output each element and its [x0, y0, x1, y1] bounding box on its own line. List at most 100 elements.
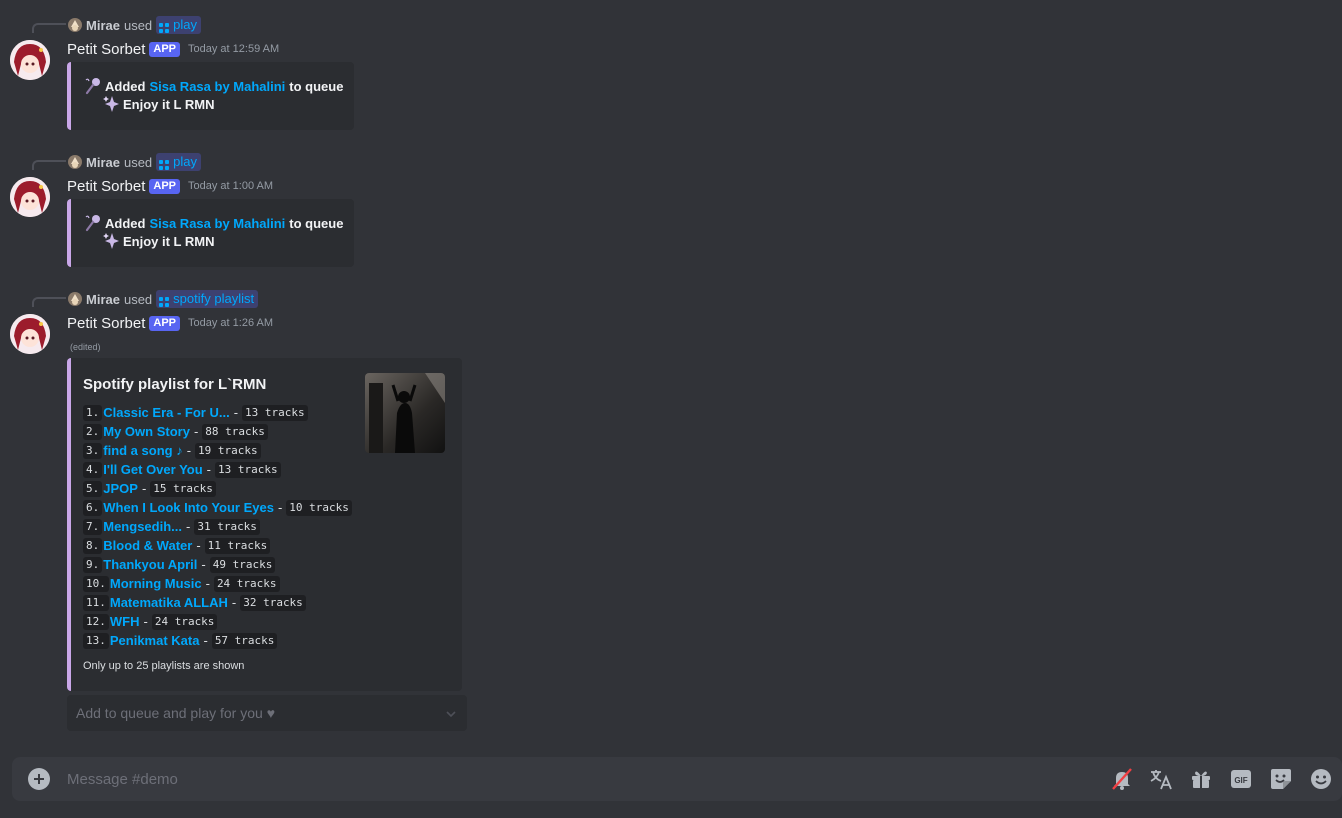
- playlist-link[interactable]: I'll Get Over You: [103, 462, 202, 477]
- playlist-row: 10. Morning Music -24 tracks: [83, 574, 352, 593]
- command-reply[interactable]: Mirae used play: [68, 16, 202, 34]
- playlist-number: 11.: [83, 594, 109, 611]
- bot-avatar[interactable]: [10, 314, 50, 354]
- embed-enjoy-text: Enjoy it L RMN: [123, 233, 215, 249]
- playlist-row: 7. Mengsedih... -31 tracks: [83, 517, 352, 536]
- embed-thumbnail[interactable]: [365, 373, 445, 453]
- reply-username[interactable]: Mirae: [86, 155, 120, 170]
- sparkles-icon: [102, 232, 120, 250]
- command-name: play: [173, 154, 198, 169]
- message-input[interactable]: [67, 767, 967, 791]
- playlist-number: 6.: [83, 499, 103, 516]
- message-timestamp[interactable]: Today at 1:00 AM: [188, 180, 273, 192]
- embed-enjoy-text: Enjoy it L RMN: [123, 96, 215, 112]
- plus-circle-icon[interactable]: [28, 768, 50, 790]
- reply-used-text: used: [123, 17, 153, 33]
- track-count: 24 tracks: [151, 613, 218, 630]
- playlist-link[interactable]: JPOP: [103, 481, 138, 496]
- queue-embed: Added Sisa Rasa by Mahalini to queue Enj…: [67, 199, 354, 267]
- queue-embed: Added Sisa Rasa by Mahalini to queue Enj…: [67, 62, 354, 130]
- embed-footer-note: Only up to 25 playlists are shown: [83, 660, 245, 672]
- playlist-link[interactable]: Matematika ALLAH: [110, 595, 228, 610]
- bot-username[interactable]: Petit Sorbet: [67, 178, 145, 195]
- playlist-number: 12.: [83, 613, 109, 630]
- track-count: 10 tracks: [286, 499, 352, 516]
- playlist-link[interactable]: Thankyou April: [103, 557, 197, 572]
- playlist-row: 12. WFH -24 tracks: [83, 612, 352, 631]
- playlist-row: 9. Thankyou April -49 tracks: [83, 555, 352, 574]
- separator-dash: -: [231, 595, 237, 610]
- message-composer: GIF: [12, 757, 1342, 801]
- command-mention[interactable]: play: [156, 16, 202, 34]
- bot-username[interactable]: Petit Sorbet: [67, 315, 145, 332]
- embed-added-prefix: Added: [105, 215, 146, 231]
- microphone-icon: [84, 214, 102, 232]
- message-timestamp[interactable]: Today at 1:26 AM: [188, 317, 273, 329]
- embed-added-line: Added Sisa Rasa by Mahalini to queue: [84, 77, 354, 95]
- playlist-list: 1. Classic Era - For U... -13 tracks 2. My O…: [83, 403, 352, 650]
- playlist-row: 6. When I Look Into Your Eyes -10 tracks: [83, 498, 352, 517]
- embed-added-suffix: to queue: [289, 78, 344, 94]
- bot-avatar[interactable]: [10, 177, 50, 217]
- command-mention[interactable]: spotify playlist: [156, 290, 259, 308]
- song-link[interactable]: Sisa Rasa by Mahalini: [149, 79, 285, 94]
- reply-username[interactable]: Mirae: [86, 292, 120, 307]
- separator-dash: -: [196, 538, 201, 553]
- app-badge: APP: [149, 41, 181, 57]
- bot-username[interactable]: Petit Sorbet: [67, 41, 145, 58]
- playlist-number: 3.: [83, 442, 103, 459]
- translate-icon[interactable]: [1149, 767, 1173, 791]
- message-header: Petit Sorbet APP Today at 1:00 AM: [67, 176, 273, 196]
- playlist-link[interactable]: When I Look Into Your Eyes: [103, 500, 274, 515]
- playlist-row: 8. Blood & Water -11 tracks: [83, 536, 352, 555]
- playlist-row: 1. Classic Era - For U... -13 tracks: [83, 403, 352, 422]
- playlist-number: 7.: [83, 518, 103, 535]
- command-reply[interactable]: Mirae used spotify playlist: [68, 290, 259, 308]
- message-timestamp[interactable]: Today at 12:59 AM: [188, 43, 279, 55]
- reply-connector: [32, 23, 66, 33]
- reply-used-text: used: [123, 154, 153, 170]
- playlist-link[interactable]: Morning Music: [110, 576, 202, 591]
- playlist-link[interactable]: find a song ♪: [103, 443, 182, 458]
- bot-avatar[interactable]: [10, 40, 50, 80]
- playlist-link[interactable]: My Own Story: [103, 424, 190, 439]
- playlist-row: 3. find a song ♪ -19 tracks: [83, 441, 352, 460]
- embed-enjoy-line: Enjoy it L RMN: [84, 232, 354, 250]
- embed-title: Spotify playlist for L`RMN: [83, 376, 267, 393]
- gif-icon[interactable]: GIF: [1229, 767, 1253, 791]
- add-to-queue-select[interactable]: Add to queue and play for you ♥: [67, 695, 467, 731]
- reply-used-text: used: [123, 291, 153, 307]
- command-mention[interactable]: play: [156, 153, 202, 171]
- playlist-link[interactable]: Mengsedih...: [103, 519, 182, 534]
- track-count: 13 tracks: [242, 404, 308, 421]
- mirae-avatar-icon: [68, 292, 82, 306]
- sparkles-icon: [102, 95, 120, 113]
- track-count: 49 tracks: [209, 556, 276, 573]
- mute-icon[interactable]: [1110, 767, 1134, 791]
- playlist-link[interactable]: Penikmat Kata: [110, 633, 200, 648]
- track-count: 15 tracks: [150, 480, 216, 497]
- track-count: 32 tracks: [240, 594, 306, 611]
- embed-enjoy-line: Enjoy it L RMN: [84, 95, 354, 113]
- edited-label: (edited): [70, 342, 101, 352]
- sticker-icon[interactable]: [1269, 767, 1293, 791]
- song-link[interactable]: Sisa Rasa by Mahalini: [149, 216, 285, 231]
- reply-connector: [32, 297, 66, 307]
- command-reply[interactable]: Mirae used play: [68, 153, 202, 171]
- playlist-link[interactable]: Classic Era - For U...: [103, 405, 229, 420]
- mirae-avatar-icon: [68, 155, 82, 169]
- gift-icon[interactable]: [1189, 767, 1213, 791]
- playlist-link[interactable]: WFH: [110, 614, 140, 629]
- playlist-row: 13. Penikmat Kata -57 tracks: [83, 631, 352, 650]
- track-count: 13 tracks: [215, 461, 281, 478]
- separator-dash: -: [201, 557, 206, 572]
- select-placeholder: Add to queue and play for you ♥: [76, 705, 276, 721]
- playlist-number: 8.: [83, 537, 103, 554]
- emoji-icon[interactable]: [1309, 767, 1333, 791]
- separator-dash: -: [277, 500, 283, 515]
- message-header: Petit Sorbet APP Today at 12:59 AM: [67, 39, 279, 59]
- playlist-link[interactable]: Blood & Water: [103, 538, 192, 553]
- embed-added-line: Added Sisa Rasa by Mahalini to queue: [84, 214, 354, 232]
- app-command-icon: [159, 20, 170, 33]
- reply-username[interactable]: Mirae: [86, 18, 120, 33]
